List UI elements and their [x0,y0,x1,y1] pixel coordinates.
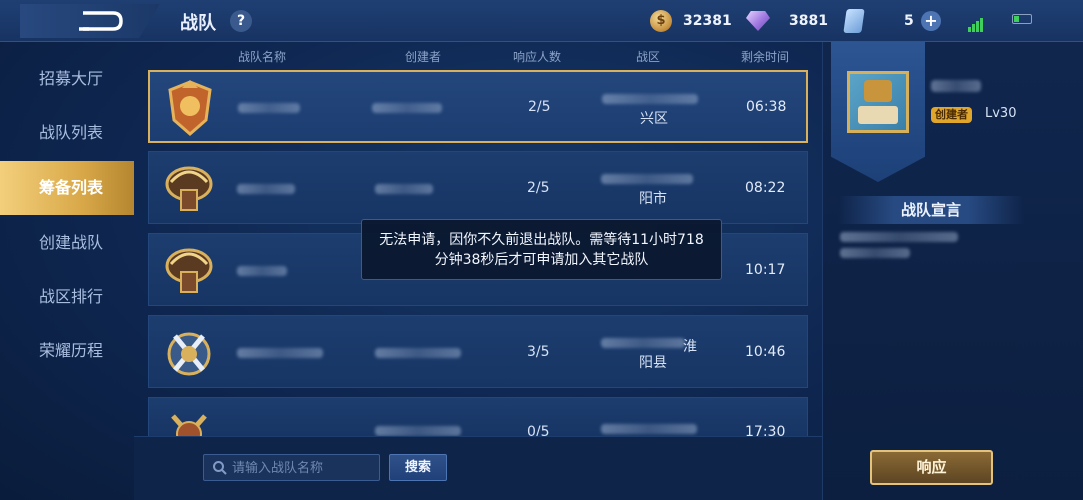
creator-badge: 创建者 [931,107,972,123]
game-screen: 战队 ? $ 32381 3881 5 + 招募大厅 战队列表 筹备列表 创建战… [0,0,1083,500]
blurred-region [601,338,685,348]
region-text: 阳市 [639,191,667,207]
sidebar-item-label: 筹备列表 [38,178,103,197]
search-icon [213,461,227,475]
region-text: 淮 [683,339,697,355]
remaining-time: 06:38 [746,99,787,115]
blurred-team-name [237,348,323,358]
team-row[interactable]: 0/5 17:30 [148,397,808,437]
team-row[interactable]: 2/5 兴区 06:38 [148,70,808,143]
search-button[interactable]: 搜索 [389,454,447,481]
voucher-count: 5 [904,13,914,29]
blurred-team-name [237,266,287,276]
team-row[interactable]: 3/5 淮 阳县 10:46 [148,315,808,388]
error-toast: 无法申请，因你不久前退出战队。需等待11小时718 分钟38秒后才可申请加入其它… [361,219,722,280]
respond-button[interactable]: 响应 [870,450,993,485]
avatar[interactable] [847,71,909,133]
remaining-time: 08:22 [745,180,786,196]
declaration-title: 战队宣言 [838,196,1024,224]
search-input[interactable] [232,458,377,478]
gold-coin-icon: $ [650,10,672,32]
blurred-creator-name [372,103,442,113]
back-arrow-icon [79,11,123,31]
top-bar: 战队 ? $ 32381 3881 5 + [0,0,1083,42]
team-rank-emblem-icon [165,166,213,211]
team-rank-emblem-icon [167,332,211,376]
sidebar-item-recruit-hall[interactable]: 招募大厅 [0,52,134,106]
sidebar-item-region-ranking[interactable]: 战区排行 [0,270,134,324]
sidebar: 招募大厅 战队列表 筹备列表 创建战队 战区排行 荣耀历程 [0,42,134,500]
team-row[interactable]: 2/5 阳市 08:22 [148,151,808,224]
page-title: 战队 [180,13,216,34]
signal-icon [968,13,984,32]
add-currency-button[interactable]: + [921,11,941,31]
column-header-region: 战区 [636,50,661,64]
blurred-creator-name [375,426,461,436]
response-count: 2/5 [527,180,550,196]
sidebar-item-label: 招募大厅 [38,69,103,88]
blurred-creator-name [375,348,461,358]
column-header-remaining-time: 剩余时间 [741,50,790,64]
remaining-time: 10:17 [745,262,786,278]
blurred-region [601,424,697,434]
sidebar-item-team-list[interactable]: 战队列表 [0,106,134,160]
coin-count: 32381 [683,13,732,29]
back-button[interactable] [20,4,160,38]
help-button[interactable]: ? [230,10,252,32]
region-text: 兴区 [640,111,668,127]
blurred-region [602,94,698,104]
sidebar-item-label: 战队列表 [38,123,103,142]
sidebar-item-preparation-list[interactable]: 筹备列表 [0,161,134,215]
creator-level: Lv30 [985,106,1017,121]
blurred-declaration-text [840,248,910,258]
team-rank-emblem-icon [165,248,213,293]
remaining-time: 10:46 [745,344,786,360]
blurred-team-name [237,184,295,194]
sidebar-item-label: 战区排行 [38,287,103,306]
sidebar-item-label: 创建战队 [38,233,103,252]
battery-icon [1012,14,1032,24]
column-header-responses: 响应人数 [513,50,562,64]
team-rank-emblem-icon [171,414,207,436]
sidebar-item-create-team[interactable]: 创建战队 [0,216,134,270]
region-text: 阳县 [639,355,667,371]
blurred-creator-name [375,184,433,194]
search-field[interactable] [203,454,380,481]
blurred-creator-name [931,80,981,92]
sidebar-item-label: 荣耀历程 [38,341,103,360]
response-count: 2/5 [528,99,551,115]
column-header-team-name: 战队名称 [238,50,287,64]
toast-line-1: 无法申请，因你不久前退出战队。需等待11小时718 [379,232,704,248]
toast-line-2: 分钟38秒后才可申请加入其它战队 [434,252,649,268]
diamond-icon [746,11,770,31]
voucher-icon [843,9,865,33]
gem-count: 3881 [789,13,828,29]
response-count: 3/5 [527,344,550,360]
team-rank-emblem-icon [168,80,212,136]
column-header-creator: 创建者 [405,50,442,64]
blurred-region [601,174,693,184]
blurred-team-name [238,103,300,113]
sidebar-item-glory-history[interactable]: 荣耀历程 [0,324,134,378]
blurred-declaration-text [840,232,958,242]
